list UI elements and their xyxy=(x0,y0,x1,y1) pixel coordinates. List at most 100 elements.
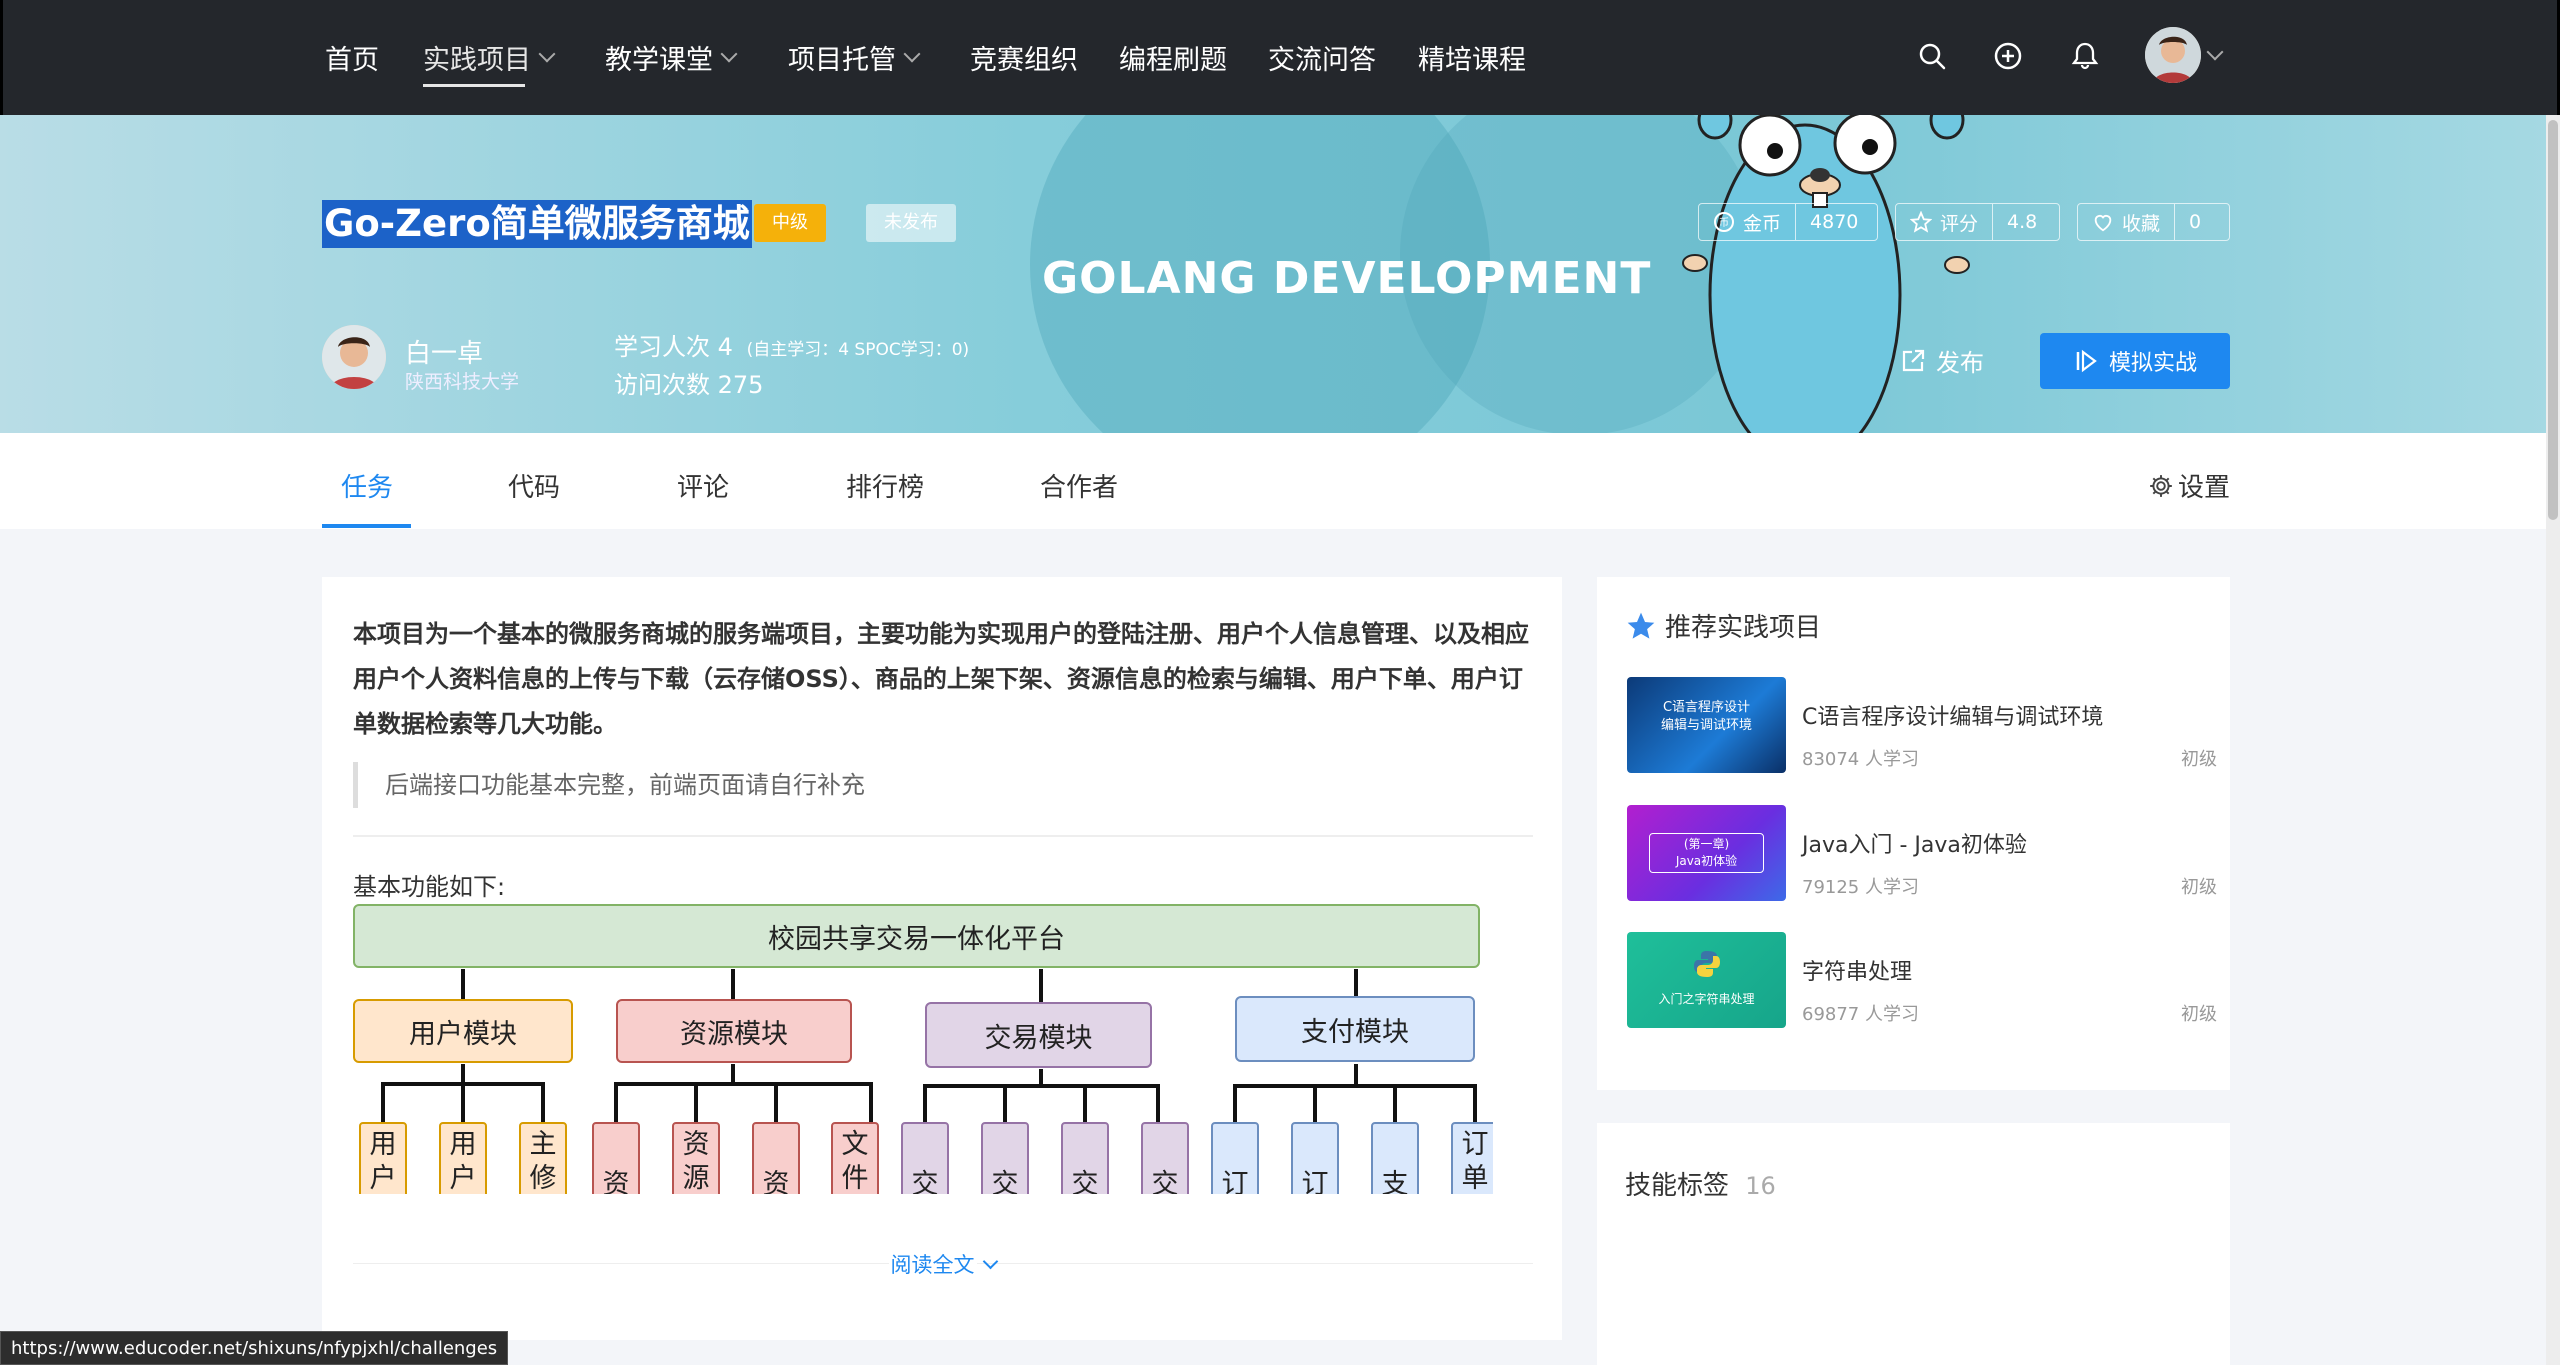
favorite-label-seg[interactable]: 收藏 xyxy=(2078,204,2176,240)
chevron-down-icon xyxy=(538,45,556,62)
coins-stat: 币 金币 4870 xyxy=(1698,203,1878,241)
visits-value: 275 xyxy=(717,371,764,399)
nav-item-label: 实践项目 xyxy=(423,45,531,76)
link-status-bar: https://www.educoder.net/shixuns/nfypjxh… xyxy=(0,1331,509,1365)
features-heading: 基本功能如下: xyxy=(353,873,506,901)
recommend-title: 推荐实践项目 xyxy=(1665,613,1822,643)
bell-icon[interactable] xyxy=(2069,40,2101,72)
settings-button[interactable]: 设置 xyxy=(2148,467,2230,504)
learners-stat: 学习人次 4 (自主学习：4 SPOC学习：0) xyxy=(614,327,969,362)
simulate-label: 模拟实战 xyxy=(2108,351,2197,376)
recommend-thumbnail[interactable]: (第一章) Java初体验 xyxy=(1627,805,1786,901)
nav-item-courses[interactable]: 精培课程 xyxy=(1418,38,1526,77)
tab-active-indicator xyxy=(322,524,411,528)
nav-item-home[interactable]: 首页 xyxy=(325,38,379,77)
diagram-leaf: 订 xyxy=(1211,1122,1259,1194)
diagram-module: 用户模块 xyxy=(353,999,573,1063)
read-more-link[interactable]: 阅读全文 xyxy=(322,1249,1562,1279)
nav-item-classroom[interactable]: 教学课堂 xyxy=(605,38,738,77)
rating-label: 评分 xyxy=(1940,212,1979,235)
level-badge: 中级 xyxy=(754,204,826,242)
banner-watermark: GOLANG DEVELOPMENT xyxy=(1042,253,1652,304)
tab-ranking[interactable]: 排行榜 xyxy=(846,467,924,504)
gopher-mascot xyxy=(1682,115,1970,433)
recommend-item-level: 初级 xyxy=(2181,749,2217,770)
skills-header: 技能标签 16 xyxy=(1625,1165,1776,1202)
recommend-item-count: 79125 人学习 xyxy=(1802,877,1919,898)
thumbnail-text: C语言程序设计 编辑与调试环境 xyxy=(1660,700,1752,733)
visits-label: 访问次数 xyxy=(614,371,710,399)
diagram-leaf: 订 xyxy=(1291,1122,1339,1194)
nav-item-label: 教学课堂 xyxy=(605,45,713,76)
note-quote: 后端接口功能基本完整，前端页面请自行补充 xyxy=(353,762,1533,808)
gear-icon xyxy=(2150,474,2172,497)
recommend-item-name[interactable]: 字符串处理 xyxy=(1802,954,1912,986)
top-nav: 首页 实践项目 教学课堂 项目托管 竞赛组织 编程刷题 交流问答 精培课程 xyxy=(0,0,2560,115)
recommend-item-level: 初级 xyxy=(2181,877,2217,898)
tab-bar: 任务 代码 评论 排行榜 合作者 设置 xyxy=(0,433,2560,529)
learners-detail: (自主学习：4 SPOC学习：0) xyxy=(746,340,970,360)
diagram-leaf: 订单 xyxy=(1451,1122,1493,1194)
rating-label-seg: 评分 xyxy=(1896,204,1994,240)
project-banner: GOLANG DEVELOPMENT Go-Zero简单微服务商城 中级 未发布… xyxy=(0,115,2560,433)
recommend-thumbnail[interactable]: 入门之字符串处理 xyxy=(1627,932,1786,1028)
nav-item-hosting[interactable]: 项目托管 xyxy=(788,38,921,77)
publish-button[interactable]: 发布 xyxy=(1900,343,1984,378)
plus-circle-icon[interactable] xyxy=(1992,40,2024,72)
python-logo-icon xyxy=(1694,951,1720,977)
read-more-label: 阅读全文 xyxy=(888,1249,977,1279)
rating-value: 4.8 xyxy=(2007,211,2038,233)
chevron-down-icon[interactable] xyxy=(2206,43,2224,61)
user-avatar[interactable] xyxy=(2145,27,2201,83)
tab-comments[interactable]: 评论 xyxy=(677,467,729,504)
diagram-leaf: 交 xyxy=(1141,1122,1189,1194)
visits-stat: 访问次数 275 xyxy=(614,365,763,400)
diagram-module: 资源模块 xyxy=(616,999,852,1063)
diagram-module: 支付模块 xyxy=(1235,996,1475,1062)
nav-item-competition[interactable]: 竞赛组织 xyxy=(970,38,1078,77)
coin-icon: 币 xyxy=(1714,212,1734,232)
recommend-item[interactable]: (第一章) Java初体验 Java入门 - Java初体验 79125 人学习… xyxy=(1627,805,2217,901)
recommend-item[interactable]: C语言程序设计 编辑与调试环境 C语言程序设计编辑与调试环境 83074 人学习… xyxy=(1627,677,2217,773)
recommend-item-level: 初级 xyxy=(2181,1004,2217,1025)
nav-active-indicator xyxy=(423,84,525,87)
chevron-down-icon xyxy=(903,45,921,62)
recommend-item-name[interactable]: Java入门 - Java初体验 xyxy=(1802,827,2027,859)
tab-tasks[interactable]: 任务 xyxy=(341,467,393,504)
nav-item-practice[interactable]: 实践项目 xyxy=(423,38,556,77)
recommend-thumbnail[interactable]: C语言程序设计 编辑与调试环境 xyxy=(1627,677,1786,773)
skills-title: 技能标签 xyxy=(1625,1171,1730,1201)
recommend-card: 推荐实践项目 C语言程序设计 编辑与调试环境 C语言程序设计编辑与调试环境 83… xyxy=(1597,577,2230,1090)
diagram-module: 交易模块 xyxy=(925,1002,1152,1068)
recommend-item-name[interactable]: C语言程序设计编辑与调试环境 xyxy=(1802,699,2103,731)
diagram-leaf: 主修 xyxy=(519,1122,567,1194)
star-icon xyxy=(1627,612,1655,639)
recommend-item[interactable]: 入门之字符串处理 字符串处理 69877 人学习 初级 xyxy=(1627,932,2217,1028)
diagram-leaf: 资 xyxy=(752,1122,800,1194)
simulate-button[interactable]: 模拟实战 xyxy=(2040,333,2230,389)
coins-value: 4870 xyxy=(1810,211,1859,233)
tab-code[interactable]: 代码 xyxy=(508,467,560,504)
favorite-stat[interactable]: 收藏 0 xyxy=(2077,203,2230,241)
svg-text:币: 币 xyxy=(1719,217,1729,229)
chevron-down-icon xyxy=(720,45,738,62)
diagram-leaf: 资源 xyxy=(672,1122,720,1194)
project-title: Go-Zero简单微服务商城 xyxy=(322,200,752,248)
divider xyxy=(353,835,1533,837)
diagram-leaf: 用户 xyxy=(439,1122,487,1194)
chevron-down-icon xyxy=(982,1253,998,1269)
heart-icon xyxy=(2094,215,2112,232)
scrollbar-thumb[interactable] xyxy=(2548,120,2558,520)
diagram-leaf: 交 xyxy=(901,1122,949,1194)
thumbnail-text: 入门之字符串处理 xyxy=(1658,992,1755,1006)
nav-item-label: 项目托管 xyxy=(788,45,896,76)
tab-collaborators[interactable]: 合作者 xyxy=(1040,467,1118,504)
nav-item-coding-practice[interactable]: 编程刷题 xyxy=(1119,38,1227,77)
search-icon[interactable] xyxy=(1916,40,1948,72)
author-school: 陕西科技大学 xyxy=(405,371,520,393)
nav-item-qa[interactable]: 交流问答 xyxy=(1268,38,1376,77)
recommend-item-count: 69877 人学习 xyxy=(1802,1004,1919,1025)
diagram-leaf: 交 xyxy=(981,1122,1029,1194)
author-avatar[interactable] xyxy=(322,325,386,389)
author-name[interactable]: 白一卓 xyxy=(405,333,483,370)
